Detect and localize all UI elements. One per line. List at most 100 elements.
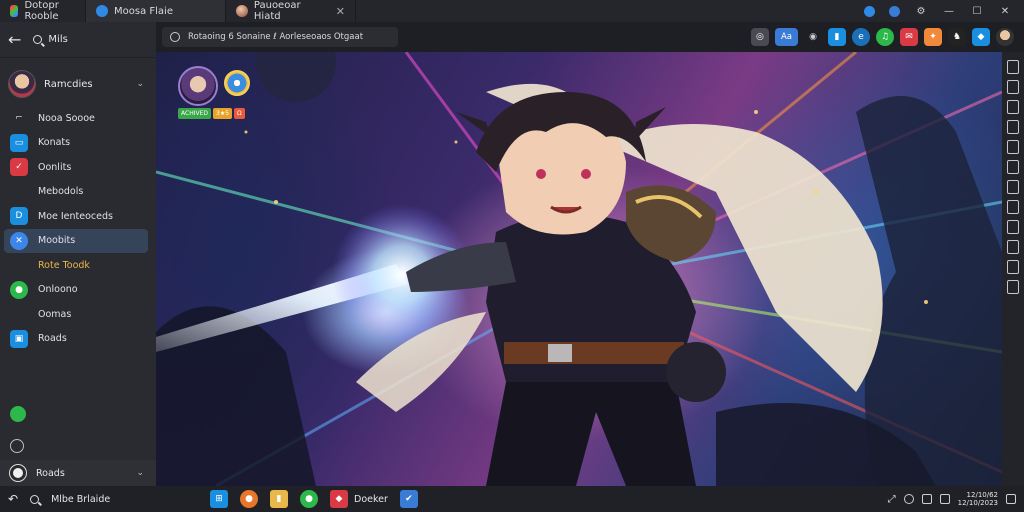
sidebar-item-3[interactable]: ✓ Oonlits: [0, 155, 156, 180]
expand-tray-icon[interactable]: ⤢: [888, 494, 896, 505]
messenger-icon[interactable]: ●: [300, 490, 318, 508]
taskbar-apps: ⊞ ● ▮ ● ◆ Doeker ✔: [210, 490, 418, 508]
doc-icon[interactable]: [1007, 120, 1019, 134]
note-icon[interactable]: [1007, 180, 1019, 194]
sidebar-item-6[interactable]: ✕ Moobits: [4, 228, 148, 253]
clock-icon[interactable]: [903, 494, 914, 504]
folder-icon[interactable]: ▮: [270, 490, 288, 508]
doc-icon[interactable]: [1007, 140, 1019, 154]
game-icon[interactable]: ♞: [948, 28, 966, 46]
blank-icon: [10, 305, 28, 323]
reload-icon[interactable]: [170, 32, 180, 42]
profile-name: Ramcdies: [44, 78, 93, 90]
sidebar-footer[interactable]: Roads ⌄: [0, 460, 156, 486]
tab-1[interactable]: Dotopr Rooble: [0, 0, 86, 22]
sidebar-header: ← Mils: [0, 22, 156, 58]
sidebar-item-label: Oonlits: [38, 161, 72, 173]
window-icon[interactable]: [921, 494, 932, 504]
panel-icon[interactable]: [1007, 200, 1019, 214]
sidebar-item-label: Moe Ienteoceds: [38, 210, 113, 222]
sidebar-item-9[interactable]: Oomas: [0, 302, 156, 327]
settings-icon[interactable]: ⚙: [914, 4, 928, 18]
tab-2[interactable]: Moosa Flaie: [86, 0, 226, 22]
url-field[interactable]: Rotaoing 6 Sonaine ℓ Aorleseoaos Otgaat: [162, 27, 398, 47]
sidebar-item-8[interactable]: ● Onloono: [0, 278, 156, 303]
image-icon[interactable]: [1007, 260, 1019, 274]
clock[interactable]: 12/10/62 12/10/2023: [958, 491, 998, 507]
taskbar-app-label[interactable]: Doeker: [354, 494, 388, 505]
blank-icon: [10, 183, 28, 201]
chevron-down-icon[interactable]: ⌄: [136, 79, 144, 89]
maximize-button[interactable]: ☐: [970, 4, 984, 18]
tab-label: Moosa Flaie: [114, 5, 173, 17]
hud-tag-achieved: ACHIVED: [178, 108, 211, 119]
hero-illustration: [156, 52, 1002, 486]
sidebar-item-7[interactable]: Rote Toodk: [0, 253, 156, 278]
sidebar-lower-icons: [0, 398, 156, 462]
sync-icon[interactable]: [889, 5, 900, 17]
sidebar-item-2[interactable]: ▭ Konats: [0, 131, 156, 156]
extension-icon[interactable]: ◎: [750, 28, 769, 46]
sidebar-search[interactable]: Mils: [33, 34, 68, 45]
rank-badge-icon[interactable]: [224, 70, 250, 96]
shield-icon[interactable]: ▮: [828, 28, 846, 46]
translate-button[interactable]: Aa: [774, 28, 798, 46]
note-icon[interactable]: [1007, 160, 1019, 174]
tag-icon[interactable]: ◆: [972, 28, 990, 46]
sidebar-lower-item[interactable]: [0, 398, 156, 430]
chat-icon: ✕: [10, 231, 28, 250]
gallery-icon[interactable]: ✦: [924, 28, 942, 46]
profile-row[interactable]: Ramcdies ⌄: [0, 62, 156, 106]
docker-icon[interactable]: ◆: [330, 490, 348, 508]
edge-icon[interactable]: e: [852, 28, 870, 46]
sidebar-item-4[interactable]: Mebodols: [0, 180, 156, 205]
notification-icon[interactable]: [864, 5, 875, 17]
taskbar-search-label[interactable]: Mlbe Brlaide: [51, 494, 110, 505]
undo-icon[interactable]: ↶: [8, 492, 18, 506]
toolbar: ◎ Aa ◉ ▮ e ♫ ✉ ✦ ♞ ◆: [750, 28, 1024, 46]
mail-icon[interactable]: ✉: [900, 28, 918, 46]
copy-icon[interactable]: [1007, 60, 1019, 74]
title-bar: Dotopr Rooble Moosa Flaie Pauoeoar Hiatd…: [0, 0, 1024, 22]
close-button[interactable]: ✕: [998, 4, 1012, 18]
notification-center-icon[interactable]: [1006, 494, 1016, 504]
chat-tab-icon: [96, 5, 108, 17]
clock-time: 12/10/62: [966, 491, 998, 499]
whatsapp-icon: [10, 406, 26, 422]
spotify-icon[interactable]: ♫: [876, 28, 894, 46]
sidebar-item-5[interactable]: D Moe Ienteoceds: [0, 204, 156, 229]
search-icon[interactable]: [30, 494, 40, 504]
back-arrow-icon[interactable]: ←: [8, 30, 21, 49]
store-icon[interactable]: ✔: [399, 490, 418, 508]
eye-icon[interactable]: ◉: [804, 28, 822, 46]
clock-date: 12/10/2023: [957, 499, 998, 507]
start-icon[interactable]: ⊞: [210, 490, 228, 508]
app-window: Dotopr Rooble Moosa Flaie Pauoeoar Hiatd…: [0, 0, 1024, 512]
hud-tags: ACHIVED 3★5 Ω: [178, 108, 245, 119]
sidebar-item-10[interactable]: ▣ Roads: [0, 327, 156, 352]
image-icon[interactable]: [1007, 240, 1019, 254]
right-rail: [1002, 52, 1024, 486]
sidebar-item-1[interactable]: ⌐ Nooa Soooe: [0, 106, 156, 131]
sidebar-list: ⌐ Nooa Soooe ▭ Konats ✓ Oonlits Mebodols…: [0, 106, 156, 351]
character-portrait[interactable]: [178, 66, 218, 106]
tab-3[interactable]: Pauoeoar Hiatd ✕: [226, 0, 356, 22]
list-icon[interactable]: [1007, 100, 1019, 114]
sidebar-item-label: Konats: [38, 137, 71, 149]
copy-icon[interactable]: [1007, 80, 1019, 94]
dash-icon: ⌐: [15, 113, 23, 124]
sidebar-item-label: Oomas: [38, 308, 72, 320]
game-hud: ACHIVED 3★5 Ω: [178, 66, 250, 119]
network-icon[interactable]: [939, 494, 950, 504]
chevron-down-icon[interactable]: ⌄: [136, 468, 144, 478]
taskbar: ↶ Mlbe Brlaide ⊞ ● ▮ ● ◆ Doeker ✔ ⤢ 12/1…: [0, 486, 1024, 512]
sidebar-item-label: Mebodols: [38, 186, 84, 198]
panel-icon[interactable]: [1007, 220, 1019, 234]
box-icon[interactable]: [1007, 280, 1019, 294]
sidebar-lower-item[interactable]: [0, 430, 156, 462]
close-tab-icon[interactable]: ✕: [336, 5, 345, 18]
minimize-button[interactable]: —: [942, 4, 956, 18]
browser-icon[interactable]: ●: [240, 490, 258, 508]
profile-avatar-icon[interactable]: [996, 28, 1014, 46]
sidebar-item-label: Moobits: [38, 235, 76, 247]
